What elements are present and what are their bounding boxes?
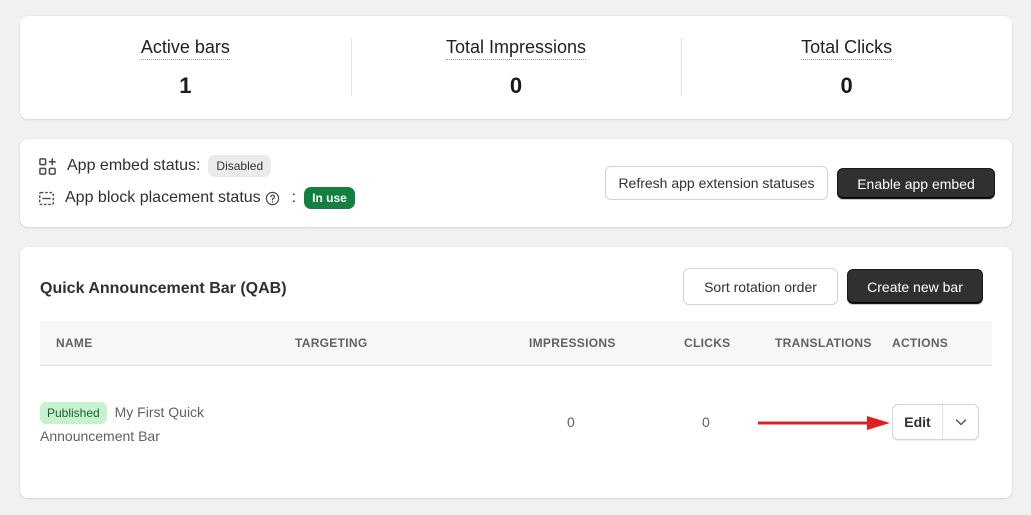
- stat-value: 1: [179, 73, 192, 98]
- stat-active-bars: Active bars 1: [20, 16, 351, 119]
- stats-card: Active bars 1 Total Impressions 0 Total …: [20, 16, 1012, 119]
- sort-rotation-button[interactable]: Sort rotation order: [683, 268, 838, 305]
- qab-card: Quick Announcement Bar (QAB) Sort rotati…: [20, 247, 1012, 498]
- app-status-card: App embed status: Disabled App block pla…: [20, 139, 1012, 227]
- edit-action-group: Edit: [892, 404, 979, 440]
- column-header-name: NAME: [56, 336, 93, 350]
- red-arrow-annotation: [758, 416, 890, 430]
- app-block-status-label: App block placement status: [65, 189, 261, 206]
- stat-total-impressions: Total Impressions 0: [350, 16, 682, 119]
- block-status-badge: In use: [304, 187, 355, 209]
- qab-title: Quick Announcement Bar (QAB): [40, 280, 287, 297]
- stat-label[interactable]: Total Clicks: [801, 36, 893, 60]
- stat-label[interactable]: Total Impressions: [445, 36, 587, 60]
- more-actions-button[interactable]: [943, 405, 978, 439]
- block-placement-icon: [39, 191, 54, 205]
- column-header-clicks: CLICKS: [684, 336, 731, 350]
- column-header-targeting: TARGETING: [295, 336, 368, 350]
- column-header-actions: ACTIONS: [892, 336, 949, 350]
- app-block-status-row: App block placement status : In use: [38, 187, 355, 209]
- help-circle-icon[interactable]: [265, 191, 290, 206]
- column-header-impressions: IMPRESSIONS: [529, 336, 616, 350]
- stat-label[interactable]: Active bars: [140, 36, 230, 60]
- embed-status-badge: Disabled: [208, 155, 272, 177]
- block-status-colon: :: [291, 189, 297, 206]
- published-badge: Published: [40, 402, 107, 424]
- stat-total-clicks: Total Clicks 0: [681, 16, 1012, 119]
- app-embed-status-label: App embed status:: [67, 157, 201, 174]
- stat-value: 0: [840, 73, 853, 98]
- clicks-cell: 0: [702, 414, 710, 430]
- impressions-cell: 0: [567, 414, 575, 430]
- stat-value: 0: [509, 73, 523, 98]
- bar-name-cell[interactable]: Published My First Quick Announcement Ba…: [40, 401, 240, 448]
- create-new-bar-button[interactable]: Create new bar: [847, 269, 983, 304]
- chevron-down-icon: [955, 419, 966, 426]
- app-embed-status-row: App embed status: Disabled: [38, 155, 272, 177]
- apps-icon: [39, 157, 56, 175]
- refresh-statuses-button[interactable]: Refresh app extension statuses: [605, 166, 828, 200]
- column-header-translations: TRANSLATIONS: [775, 336, 872, 350]
- table-header: NAME TARGETING IMPRESSIONS CLICKS TRANSL…: [40, 321, 992, 366]
- enable-app-embed-button[interactable]: Enable app embed: [837, 168, 995, 199]
- edit-button[interactable]: Edit: [893, 405, 943, 439]
